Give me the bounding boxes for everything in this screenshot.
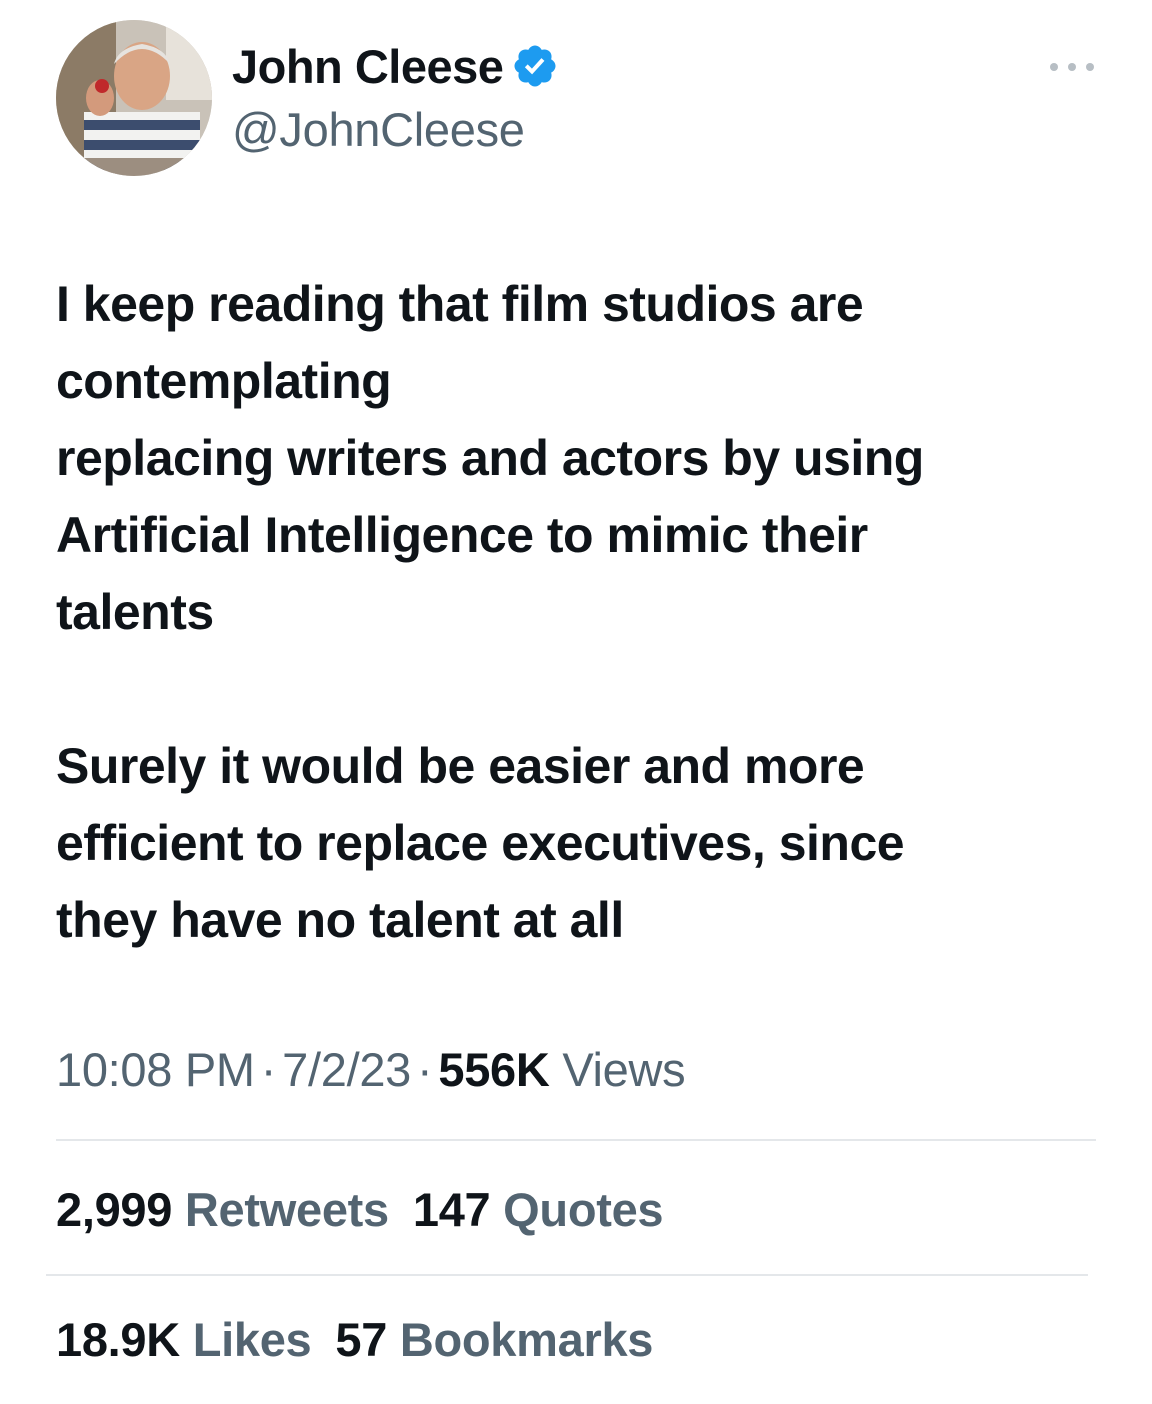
tweet-text-line: replacing writers and actors by using — [56, 430, 924, 486]
retweets-count: 2,999 — [56, 1183, 173, 1236]
likes-count: 18.9K — [56, 1313, 180, 1366]
retweets-stat[interactable]: 2,999 Retweets — [56, 1178, 389, 1242]
author-handle[interactable]: @JohnCleese — [232, 102, 525, 157]
avatar[interactable] — [56, 20, 212, 176]
views-label: Views — [562, 1043, 686, 1096]
tweet-time[interactable]: 10:08 PM — [56, 1043, 255, 1096]
bookmarks-stat[interactable]: 57 Bookmarks — [335, 1308, 653, 1372]
bookmarks-count: 57 — [335, 1313, 388, 1366]
tweet-text-line: contemplating — [56, 353, 392, 409]
tweet-card: John Cleese @JohnCleese I keep reading t… — [0, 0, 1152, 1404]
quotes-label: Quotes — [503, 1183, 664, 1236]
retweets-label: Retweets — [184, 1183, 389, 1236]
quotes-count: 147 — [412, 1183, 491, 1236]
more-options-icon[interactable] — [1050, 54, 1094, 80]
more-dot — [1086, 63, 1094, 71]
quotes-stat[interactable]: 147 Quotes — [412, 1178, 664, 1242]
bookmarks-label: Bookmarks — [399, 1313, 654, 1366]
tweet-text-line: I keep reading that film studios are — [56, 276, 864, 332]
meta-separator: · — [260, 1043, 277, 1096]
avatar-photo — [56, 20, 212, 176]
tweet-meta: 10:08 PM · 7/2/23 · 556K Views — [56, 1038, 686, 1102]
divider — [56, 1139, 1096, 1141]
likes-label: Likes — [192, 1313, 312, 1366]
author-name-row: John Cleese — [232, 36, 559, 96]
tweet-text-line: talents — [56, 584, 214, 640]
tweet-date[interactable]: 7/2/23 — [282, 1043, 411, 1096]
meta-separator: · — [417, 1043, 433, 1096]
more-dot — [1068, 63, 1076, 71]
stats-row-reposts: 2,999 Retweets 147 Quotes — [56, 1178, 664, 1242]
divider — [46, 1274, 1088, 1276]
author-name[interactable]: John Cleese — [232, 39, 504, 94]
verified-badge-icon[interactable] — [511, 42, 559, 90]
more-dot — [1050, 63, 1058, 71]
tweet-text-line: Artificial Intelligence to mimic their — [56, 507, 868, 563]
views-count: 556K — [438, 1043, 550, 1096]
tweet-text-line: Surely it would be easier and more — [56, 738, 865, 794]
tweet-text-line: efficient to replace executives, since — [56, 815, 905, 871]
stats-row-engagement: 18.9K Likes 57 Bookmarks — [56, 1308, 653, 1372]
tweet-text: I keep reading that film studios are con… — [56, 266, 1116, 959]
tweet-text-line: they have no talent at all — [56, 892, 624, 948]
likes-stat[interactable]: 18.9K Likes — [56, 1308, 312, 1372]
